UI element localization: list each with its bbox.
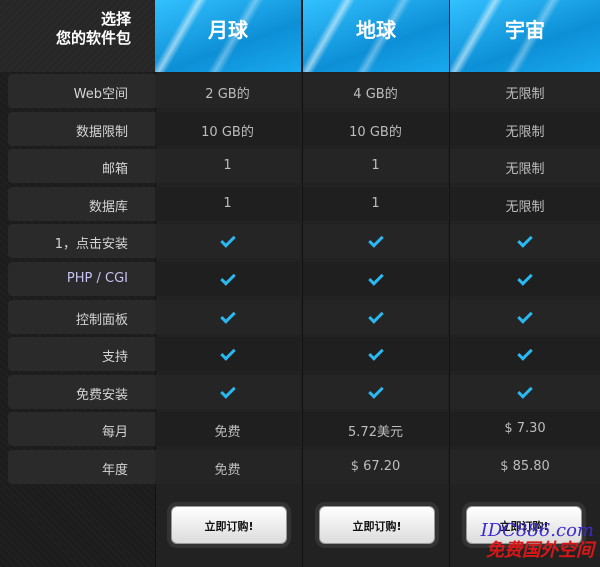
row-cell: 无限制 — [450, 111, 600, 146]
pricing-table: 选择 您的软件包 月球 地球 宇宙 Web空间 2 GB的 4 GB的 无限制 数据限制… — [0, 0, 600, 567]
plan-header-moon: 月球 — [155, 0, 301, 72]
row-label: 免费安装 — [8, 374, 155, 409]
row-cell — [450, 337, 600, 372]
checkmark-icon — [517, 345, 533, 361]
row-label: 每月 — [8, 412, 155, 447]
table-row: 控制面板 — [8, 299, 600, 335]
checkmark-icon — [517, 270, 533, 286]
row-cell: 2 GB的 — [155, 74, 300, 108]
checkmark-icon — [367, 270, 384, 286]
row-cell — [303, 337, 448, 372]
row-cell — [155, 262, 300, 296]
row-label: 1，点击安装 — [8, 224, 155, 259]
row-cell: 4 GB的 — [303, 74, 448, 108]
checkmark-icon — [517, 383, 533, 399]
row-cell — [303, 262, 448, 296]
table-row: 每月 免费 5.72美元 $ 7.30 — [8, 411, 600, 447]
plan-header-earth: 地球 — [303, 0, 449, 72]
checkmark-icon — [367, 383, 384, 399]
row-label: 数据限制 — [8, 111, 155, 146]
plan-header-universe: 宇宙 — [450, 0, 600, 72]
row-cell: 无限制 — [450, 149, 600, 184]
row-cell — [303, 299, 448, 334]
row-cell: 10 GB的 — [155, 111, 300, 146]
watermark-text: 免费国外空间 — [486, 540, 594, 561]
row-cell: 1 — [303, 186, 448, 221]
watermark: IDC886.com 免费国外空间 — [446, 521, 594, 561]
row-label: 数据库 — [8, 186, 155, 221]
row-cell — [155, 299, 300, 334]
checkmark-icon — [219, 232, 236, 249]
checkmark-icon — [219, 383, 236, 399]
title-line-1: 选择 — [100, 10, 131, 28]
row-cell: 免费 — [155, 450, 300, 484]
row-cell — [450, 224, 600, 259]
row-cell — [155, 374, 300, 409]
row-cell: 1 — [303, 149, 448, 184]
row-label: 邮箱 — [8, 149, 155, 184]
row-cell — [450, 262, 600, 296]
table-row: 数据库 1 1 无限制 — [8, 186, 600, 222]
row-cell: 1 — [155, 186, 300, 221]
table-row: 邮箱 1 1 无限制 — [8, 148, 600, 184]
table-row: 免费安装 — [8, 374, 600, 410]
title-line-2: 您的软件包 — [55, 29, 131, 47]
row-cell: 10 GB的 — [303, 111, 448, 146]
row-cell: 1 — [155, 149, 300, 184]
table-title: 选择 您的软件包 — [0, 0, 155, 72]
table-row: 数据限制 10 GB的 10 GB的 无限制 — [8, 111, 600, 147]
row-cell: 无限制 — [450, 186, 600, 221]
row-cell — [155, 337, 300, 372]
checkmark-icon — [367, 232, 384, 249]
checkmark-icon — [219, 345, 236, 361]
row-cell — [450, 374, 600, 409]
row-label: Web空间 — [8, 74, 155, 108]
checkmark-icon — [219, 307, 236, 324]
checkmark-icon — [517, 232, 533, 249]
row-cell — [303, 224, 448, 259]
watermark-url: IDC886.com — [480, 520, 594, 541]
checkmark-icon — [219, 270, 236, 286]
row-label: 支持 — [8, 337, 155, 372]
row-label: PHP / CGI — [8, 262, 155, 296]
row-cell: $ 85.80 — [450, 450, 600, 484]
row-label: 年度 — [8, 450, 155, 484]
table-row: Web空间 2 GB的 4 GB的 无限制 — [8, 73, 600, 109]
table-row: 支持 — [8, 336, 600, 372]
row-cell — [303, 374, 448, 409]
table-row: PHP / CGI — [8, 261, 600, 297]
checkmark-icon — [367, 307, 384, 324]
row-cell — [155, 224, 300, 259]
row-cell: 无限制 — [450, 74, 600, 108]
checkmark-icon — [367, 345, 384, 361]
checkmark-icon — [517, 307, 533, 324]
row-cell: 5.72美元 — [303, 412, 448, 447]
row-cell: $ 7.30 — [450, 412, 600, 447]
row-cell: 免费 — [155, 412, 300, 447]
order-button-earth[interactable]: 立即订购! — [319, 506, 435, 544]
order-button-moon[interactable]: 立即订购! — [171, 506, 287, 544]
table-row: 1，点击安装 — [8, 223, 600, 259]
row-cell: $ 67.20 — [303, 450, 448, 484]
table-row: 年度 免费 $ 67.20 $ 85.80 — [8, 449, 600, 485]
row-cell — [450, 299, 600, 334]
row-label: 控制面板 — [8, 299, 155, 334]
